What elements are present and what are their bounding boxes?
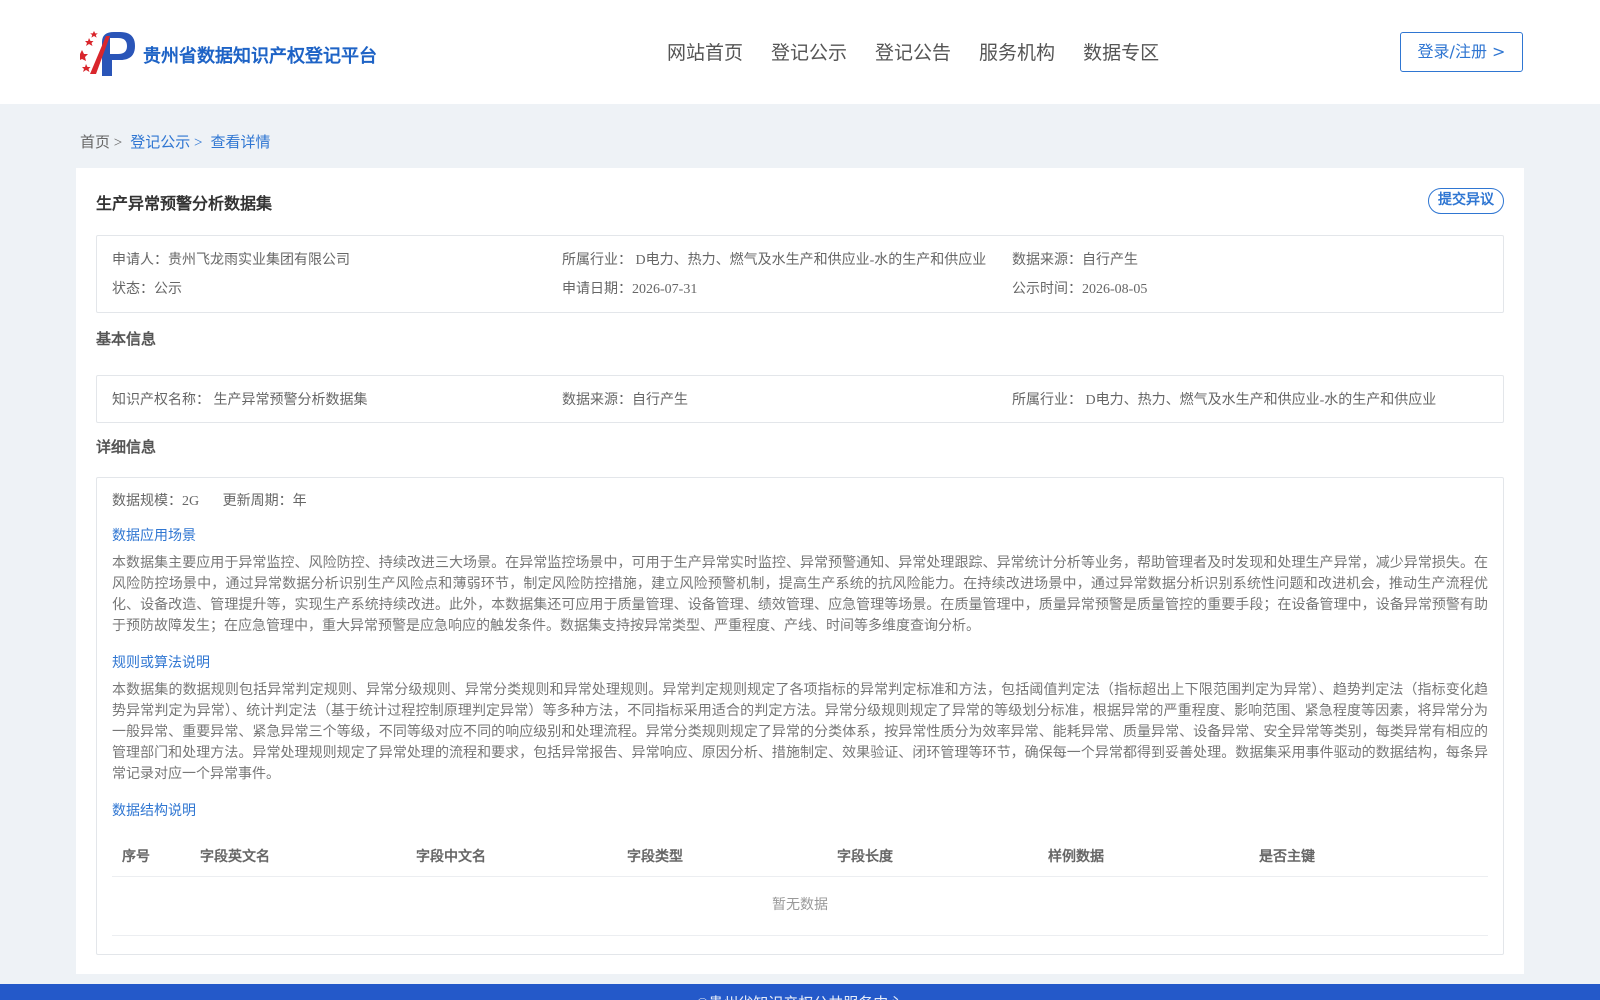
submit-objection-button[interactable]: 提交异议 — [1428, 188, 1504, 214]
site-header: 贵州省数据知识产权登记平台 网站首页 登记公示 登记公告 服务机构 数据专区 登… — [0, 0, 1600, 104]
platform-logo-icon[interactable] — [80, 28, 138, 78]
ip-name-field: 知识产权名称： 生产异常预警分析数据集 — [112, 393, 368, 408]
table-empty-state: 暂无数据 — [112, 877, 1488, 936]
detail-panel: 生产异常预警分析数据集 提交异议 申请人：贵州飞龙雨实业集团有限公司 所属行业：… — [76, 168, 1524, 974]
site-footer: ©贵州省知识产权公共服务中心 — [0, 984, 1600, 1000]
nav-service-agencies[interactable]: 服务机构 — [979, 38, 1055, 65]
main-nav: 网站首页 登记公示 登记公告 服务机构 数据专区 — [667, 38, 1187, 65]
nav-registration-announcement[interactable]: 登记公告 — [875, 38, 951, 65]
basic-info-box: 知识产权名称： 生产异常预警分析数据集 数据来源：自行产生 所属行业： D电力、… — [96, 375, 1504, 423]
col-sample-data: 样例数据 — [1048, 850, 1104, 865]
col-index: 序号 — [122, 850, 150, 865]
summary-box: 申请人：贵州飞龙雨实业集团有限公司 所属行业： D电力、热力、燃气及水生产和供应… — [96, 235, 1504, 313]
col-english-name: 字段英文名 — [200, 850, 270, 865]
col-field-length: 字段长度 — [837, 850, 893, 865]
nav-data-zone[interactable]: 数据专区 — [1083, 38, 1159, 65]
col-field-type: 字段类型 — [627, 850, 683, 865]
scale-period-line: 数据规模：2G 更新周期：年 — [112, 490, 327, 510]
detail-info-heading: 详细信息 — [96, 440, 157, 456]
source-field: 数据来源：自行产生 — [1012, 253, 1138, 268]
apply-date-field: 申请日期：2026-07-31 — [562, 282, 698, 297]
breadcrumb: 首页 > 登记公示 > 查看详情 — [80, 131, 278, 152]
dataset-title: 生产异常预警分析数据集 — [96, 196, 273, 213]
data-structure-table: 序号 字段英文名 字段中文名 字段类型 字段长度 样例数据 是否主键 暂无数据 — [112, 834, 1488, 936]
nav-home[interactable]: 网站首页 — [667, 38, 743, 65]
structure-heading: 数据结构说明 — [112, 804, 196, 819]
basic-info-heading: 基本信息 — [96, 332, 157, 348]
scenario-text: 本数据集主要应用于异常监控、风险防控、持续改进三大场景。在异常监控场景中，可用于… — [112, 556, 1488, 634]
update-period: 更新周期：年 — [222, 494, 307, 509]
nav-registration-publicity[interactable]: 登记公示 — [771, 38, 847, 65]
breadcrumb-list[interactable]: 登记公示 > — [130, 131, 202, 152]
col-primary-key: 是否主键 — [1259, 850, 1315, 865]
publish-date-field: 公示时间：2026-08-05 — [1012, 282, 1148, 297]
table-header-row: 序号 字段英文名 字段中文名 字段类型 字段长度 样例数据 是否主键 — [112, 834, 1488, 877]
rule-text: 本数据集的数据规则包括异常判定规则、异常分级规则、异常分类规则和异常处理规则。异… — [112, 683, 1488, 782]
basic-source-field: 数据来源：自行产生 — [562, 393, 688, 408]
industry-field: 所属行业： D电力、热力、燃气及水生产和供应业-水的生产和供应业 — [562, 253, 987, 268]
rule-heading: 规则或算法说明 — [112, 656, 210, 671]
detail-info-box: 数据规模：2G 更新周期：年 数据应用场景 本数据集主要应用于异常监控、风险防控… — [96, 477, 1504, 955]
col-chinese-name: 字段中文名 — [416, 850, 486, 865]
status-field: 状态：公示 — [112, 282, 182, 297]
breadcrumb-current: 查看详情 — [210, 135, 271, 151]
applicant-field: 申请人：贵州飞龙雨实业集团有限公司 — [112, 253, 350, 268]
login-register-button[interactable]: 登录/注册 > — [1400, 32, 1523, 72]
footer-text: ©贵州省知识产权公共服务中心 — [0, 992, 1600, 1000]
breadcrumb-home[interactable]: 首页 > — [80, 131, 122, 152]
data-scale: 数据规模：2G — [112, 494, 200, 509]
site-title[interactable]: 贵州省数据知识产权登记平台 — [143, 42, 377, 68]
scenario-heading: 数据应用场景 — [112, 529, 196, 544]
basic-industry-field: 所属行业： D电力、热力、燃气及水生产和供应业-水的生产和供应业 — [1012, 393, 1437, 408]
